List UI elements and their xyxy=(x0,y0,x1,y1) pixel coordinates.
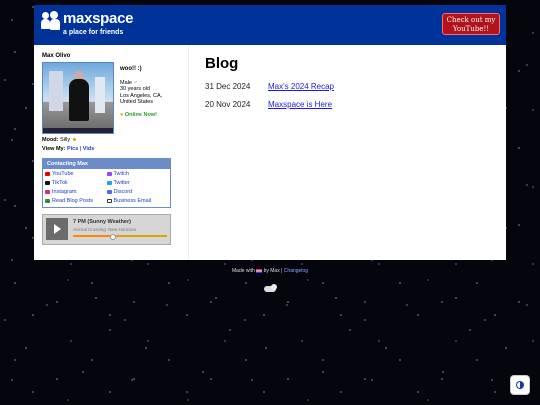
profile-status: woo!! :) xyxy=(120,66,142,72)
blog-section: Blog 31 Dec 2024 Max's 2024 Recap 20 Nov… xyxy=(205,55,334,118)
mood-value: Silly xyxy=(60,137,71,143)
logo-tagline: a place for friends xyxy=(63,29,124,36)
friends-logo-icon xyxy=(41,11,61,33)
blog-post: 31 Dec 2024 Max's 2024 Recap xyxy=(205,82,334,91)
online-icon: ● xyxy=(120,111,124,118)
contact-link-twitch[interactable]: Twitch xyxy=(114,170,130,178)
twitch-icon xyxy=(106,172,112,176)
column-divider xyxy=(188,45,189,260)
cat-mascot-icon xyxy=(262,283,278,293)
logo-name: maxspace xyxy=(63,10,134,27)
blog-title: Blog xyxy=(205,55,239,72)
contact-link-twitter[interactable]: Twitter xyxy=(114,179,130,187)
play-button[interactable] xyxy=(46,218,68,240)
contact-link-blog[interactable]: Read Blog Posts xyxy=(52,197,93,205)
contact-link-instagram[interactable]: Instagram xyxy=(52,188,76,196)
view-vids-link[interactable]: Vids xyxy=(83,146,95,152)
contact-title: Contacting Max xyxy=(43,159,170,169)
view-my-label: View My: xyxy=(42,146,66,152)
male-icon: ♂ xyxy=(133,79,138,86)
tiktok-icon xyxy=(45,181,50,185)
theme-toggle-button[interactable] xyxy=(510,375,530,395)
post-date: 20 Nov 2024 xyxy=(205,100,251,109)
profile-photo[interactable] xyxy=(42,62,114,134)
view-separator: | xyxy=(79,146,82,152)
discord-icon xyxy=(106,190,112,194)
blog-icon xyxy=(45,199,50,203)
song-artist: Animal Crossing: New Horizons xyxy=(73,227,137,232)
contact-link-email[interactable]: Business Email xyxy=(114,197,152,205)
youtube-button[interactable]: Check out my YouTube!! xyxy=(442,13,500,35)
profile-gender: Male xyxy=(120,79,132,86)
contact-box: Contacting Max YouTube Twitch TikTok Twi… xyxy=(42,158,171,208)
profile-country: United States xyxy=(120,99,154,105)
mood-label: Mood: xyxy=(42,137,59,143)
footer-made-with: Made with xyxy=(232,268,255,274)
email-icon xyxy=(106,199,112,203)
site-logo[interactable]: maxspace a place for friends xyxy=(41,11,133,37)
song-title: 7 PM (Sunny Weather) xyxy=(73,219,131,225)
youtube-icon xyxy=(45,172,50,176)
changelog-link[interactable]: Changelog xyxy=(284,268,308,274)
profile-details: woo!! :) Male ♂ 30 years old Los Angeles… xyxy=(120,62,162,134)
music-player: 7 PM (Sunny Weather) Animal Crossing: Ne… xyxy=(42,214,171,245)
twitter-icon xyxy=(106,181,112,185)
instagram-icon xyxy=(45,190,50,194)
post-link[interactable]: Maxspace is Here xyxy=(268,100,332,109)
song-progress[interactable] xyxy=(73,234,167,240)
profile-name: Max Olivo xyxy=(42,53,71,59)
mood-row: Mood: Silly ☻ xyxy=(42,137,182,143)
view-pics-link[interactable]: Pics xyxy=(67,146,78,152)
post-link[interactable]: Max's 2024 Recap xyxy=(268,82,334,91)
online-status: Online Now! xyxy=(124,111,157,118)
silly-face-icon: ☻ xyxy=(71,137,78,143)
view-my-row: View My: Pics | Vids xyxy=(42,146,182,152)
flag-icon xyxy=(256,268,263,273)
blog-post: 20 Nov 2024 Maxspace is Here xyxy=(205,100,334,109)
progress-handle[interactable] xyxy=(110,234,117,240)
profile-sidebar: Max Olivo woo!! :) Male ♂ 30 years old L… xyxy=(42,53,182,245)
site-header: maxspace a place for friends Check out m… xyxy=(34,5,506,45)
post-date: 31 Dec 2024 xyxy=(205,82,251,91)
contact-link-discord[interactable]: Discord xyxy=(114,188,133,196)
profile-page: maxspace a place for friends Check out m… xyxy=(34,5,506,260)
footer-separator: | xyxy=(281,268,283,274)
contact-link-tiktok[interactable]: TikTok xyxy=(52,179,68,187)
contact-link-youtube[interactable]: YouTube xyxy=(52,170,74,178)
contrast-icon xyxy=(516,381,524,389)
footer-by: by Max xyxy=(263,268,280,274)
site-footer: Made with by Max | Changelog xyxy=(0,268,540,274)
